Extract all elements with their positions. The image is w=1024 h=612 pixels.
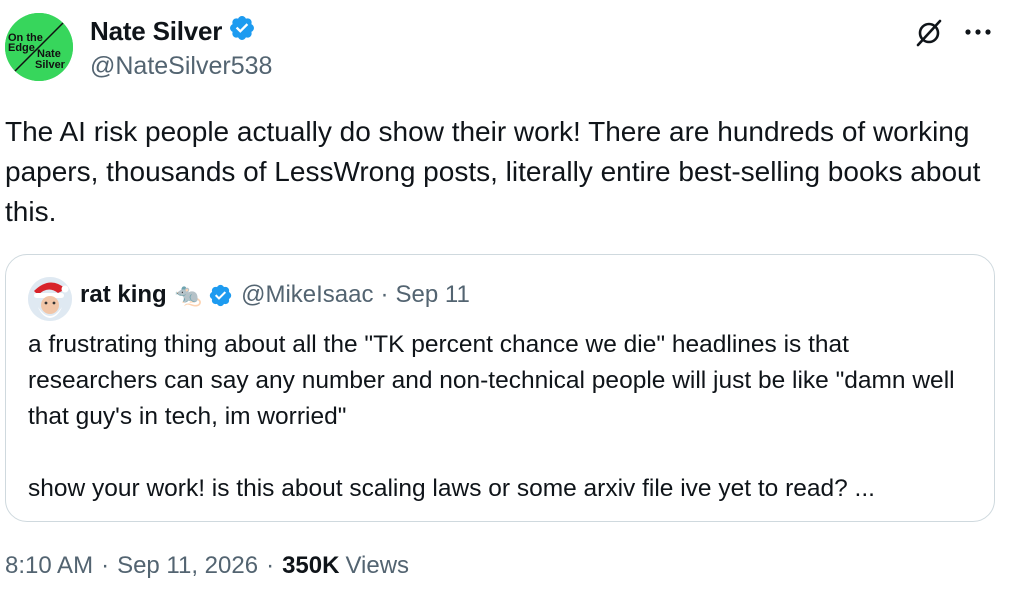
- quote-text-paragraph: a frustrating thing about all the "TK pe…: [28, 331, 955, 430]
- verified-badge-icon: [228, 14, 256, 49]
- tweet-text: The AI risk people actually do show thei…: [5, 116, 981, 227]
- tweet-date[interactable]: Sep 11, 2026: [117, 552, 258, 580]
- author-name[interactable]: Nate Silver: [90, 16, 222, 47]
- quote-date[interactable]: Sep 11: [396, 281, 470, 309]
- views-count: 350K: [282, 552, 340, 579]
- verified-badge-icon: [208, 283, 233, 308]
- author-avatar[interactable]: On the Edge Nate Silver: [5, 13, 73, 81]
- views-label: Views: [345, 552, 410, 579]
- author-handle[interactable]: @NateSilver538: [90, 52, 272, 81]
- quote-text-paragraph: show your work! is this about scaling la…: [28, 475, 875, 502]
- author-name-row[interactable]: Nate Silver: [90, 14, 256, 49]
- meta-separator: ·: [101, 552, 110, 579]
- quote-text: a frustrating thing about all the "TK pe…: [28, 327, 978, 507]
- quote-author-handle[interactable]: @MikeIsaac: [241, 281, 373, 309]
- quote-separator: ·: [380, 281, 389, 308]
- quote-avatar[interactable]: [28, 277, 72, 321]
- more-icon[interactable]: [963, 22, 995, 42]
- svg-text:Silver: Silver: [35, 59, 66, 71]
- tweet-time[interactable]: 8:10 AM: [5, 552, 93, 580]
- rat-emoji: 🐀: [174, 282, 203, 307]
- quote-author-name[interactable]: rat king: [80, 281, 167, 309]
- svg-text:Edge: Edge: [8, 42, 35, 54]
- quote-header: rat king 🐀 @MikeIsaac · Sep 11: [80, 281, 470, 309]
- tweet-meta: 8:10 AM · Sep 11, 2026 · 350K Views: [5, 552, 409, 580]
- grok-icon[interactable]: [914, 18, 944, 48]
- meta-separator: ·: [266, 552, 275, 579]
- quoted-tweet[interactable]: rat king 🐀 @MikeIsaac · Sep 11 a frustra…: [5, 254, 995, 522]
